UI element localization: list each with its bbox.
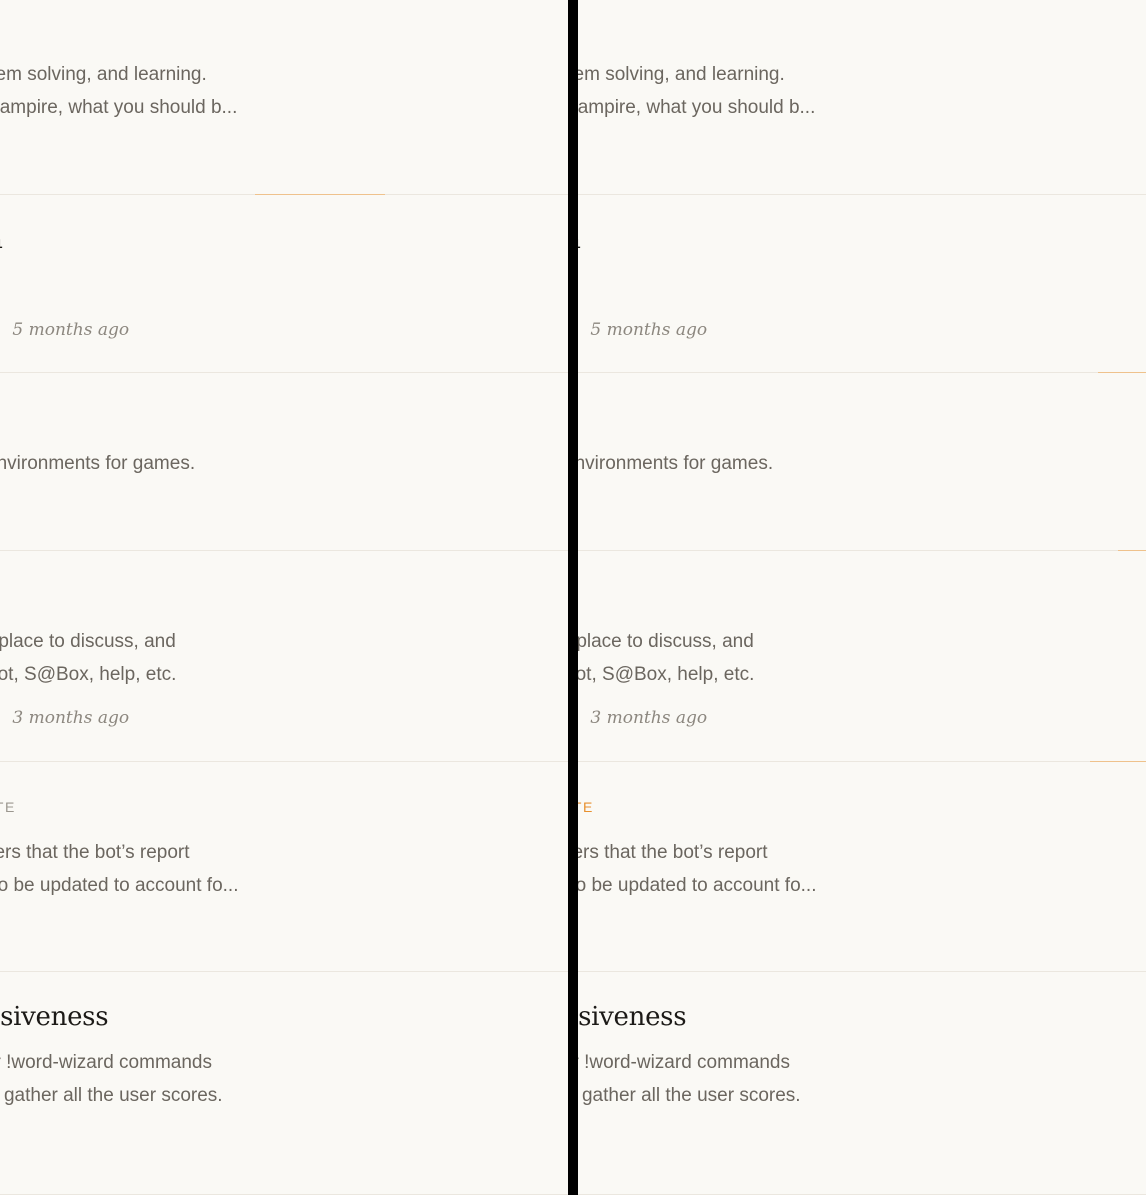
description-line: v to get started with / build environmen… <box>0 453 196 474</box>
channel-description: e delay when calling !rank or !word-wiza… <box>0 1046 223 1112</box>
description-line: for messages. Code needs to be updated t… <box>0 875 239 896</box>
channel-item[interactable]: sourcesv to get started with / build env… <box>578 373 1146 551</box>
hover-accent-line <box>1098 372 1146 373</box>
description-line: usand profile files in order to gather a… <box>0 1085 223 1106</box>
channel-description: e recent flood of new members that the b… <box>578 836 816 902</box>
channel-title-text: Pop Culture Media <box>578 225 581 255</box>
description-line: e recent flood of new members that the b… <box>0 842 190 863</box>
channel-item[interactable]: Game Devdie/Hobby Gamedev. Just a place … <box>0 551 568 762</box>
channel-title[interactable]: d and !rank Reponsiveness <box>0 1002 109 1032</box>
last-activity-text: 5 months ago <box>12 320 130 340</box>
channel-item[interactable]: sourcesv to get started with / build env… <box>0 373 568 551</box>
description-line: ll if you’re becoming a help vampire, wh… <box>0 97 238 118</box>
description-line: o make games. Unreal, Godot, S@Box, help… <box>0 664 177 685</box>
channel-title-text: d and !rank Reponsiveness <box>0 1002 109 1032</box>
last-activity: ·5 months ago <box>0 320 129 340</box>
channel-title[interactable]: Pop Culture Media <box>0 225 3 255</box>
description-line: die/Hobby Gamedev. Just a place to discu… <box>0 631 176 652</box>
channel-item[interactable]: Pop Culture Mediamovies and such·5 month… <box>0 195 568 373</box>
channel-description: e recent flood of new members that the b… <box>0 836 238 902</box>
hover-accent-line <box>255 194 385 195</box>
channel-description: v to get started with / build environmen… <box>578 447 773 480</box>
channel-description: e delay when calling !rank or !word-wiza… <box>578 1046 801 1112</box>
channel-description: roach troubleshooting, problem solving, … <box>0 58 237 124</box>
last-activity: ·5 months ago <box>578 320 707 340</box>
last-activity: ·3 months ago <box>0 708 129 728</box>
panel-divider <box>568 0 578 1195</box>
channel-item[interactable]: ament TaskPRIVATE e recent flood of new m… <box>0 762 568 972</box>
channel-description: v to get started with / build environmen… <box>0 447 195 480</box>
private-badge-label: PRIVATE <box>0 799 16 815</box>
description-line: e delay when calling !rank or !word-wiza… <box>0 1052 212 1073</box>
channel-title[interactable]: d and !rank Reponsiveness <box>578 1002 687 1032</box>
description-line: e delay when calling !rank or !word-wiza… <box>578 1052 790 1073</box>
channel-title-text: d and !rank Reponsiveness <box>578 1002 687 1032</box>
channel-item[interactable]: Pop Culture Mediamovies and such·5 month… <box>578 195 1146 373</box>
description-line: v to get started with / build environmen… <box>578 453 774 474</box>
channel-description: roach troubleshooting, problem solving, … <box>578 58 815 124</box>
channel-title-text: Pop Culture Media <box>0 225 3 255</box>
description-line: o make games. Unreal, Godot, S@Box, help… <box>578 664 755 685</box>
channel-title[interactable]: ament TaskPRIVATE <box>578 792 594 822</box>
last-activity: ·3 months ago <box>578 708 707 728</box>
channel-description: die/Hobby Gamedev. Just a place to discu… <box>0 625 176 691</box>
hover-accent-line <box>1118 550 1146 551</box>
private-badge: PRIVATE <box>0 799 16 816</box>
description-line: roach troubleshooting, problem solving, … <box>578 64 785 85</box>
channel-title[interactable]: Pop Culture Media <box>578 225 581 255</box>
last-activity-text: 3 months ago <box>12 708 130 728</box>
left-panel: rnroach troubleshooting, problem solving… <box>0 0 568 1195</box>
channel-item[interactable]: rnroach troubleshooting, problem solving… <box>0 0 568 195</box>
description-line: roach troubleshooting, problem solving, … <box>0 64 207 85</box>
private-badge: PRIVATE <box>578 799 594 816</box>
description-line: for messages. Code needs to be updated t… <box>578 875 817 896</box>
channel-item[interactable]: Game Devdie/Hobby Gamedev. Just a place … <box>578 551 1146 762</box>
channel-title[interactable]: ament TaskPRIVATE <box>0 792 16 822</box>
last-activity-text: 5 months ago <box>590 320 708 340</box>
channel-item[interactable]: ament TaskPRIVATE e recent flood of new m… <box>578 762 1146 972</box>
description-line: ll if you’re becoming a help vampire, wh… <box>578 97 816 118</box>
right-panel: rnroach troubleshooting, problem solving… <box>578 0 1146 1195</box>
description-line: die/Hobby Gamedev. Just a place to discu… <box>578 631 754 652</box>
last-activity-text: 3 months ago <box>590 708 708 728</box>
channel-description: die/Hobby Gamedev. Just a place to discu… <box>578 625 754 691</box>
description-line: e recent flood of new members that the b… <box>578 842 768 863</box>
comparison-view: rnroach troubleshooting, problem solving… <box>0 0 1146 1195</box>
channel-item[interactable]: rnroach troubleshooting, problem solving… <box>578 0 1146 195</box>
channel-item[interactable]: d and !rank Reponsiveness e delay when ca… <box>578 972 1146 1195</box>
channel-item[interactable]: d and !rank Reponsiveness e delay when ca… <box>0 972 568 1195</box>
description-line: usand profile files in order to gather a… <box>578 1085 801 1106</box>
private-badge-label: PRIVATE <box>578 799 594 815</box>
hover-accent-line <box>1090 761 1146 762</box>
